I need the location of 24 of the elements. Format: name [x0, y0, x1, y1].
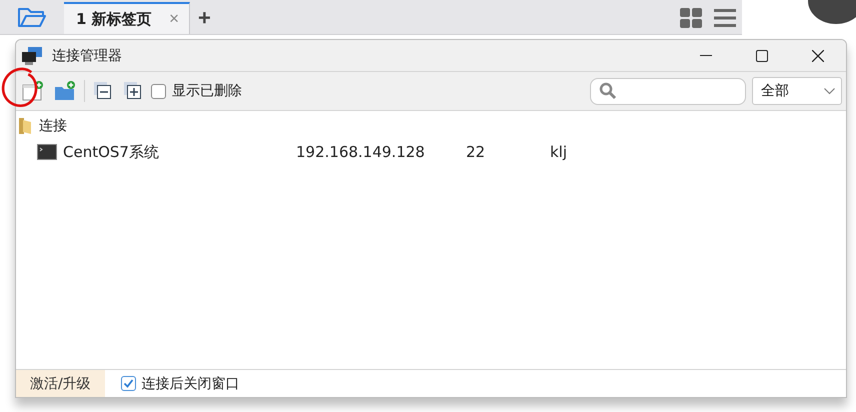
- user-cell-text: klj: [550, 143, 568, 161]
- search-icon: [599, 82, 617, 100]
- new-folder-icon[interactable]: [52, 79, 78, 103]
- search-field[interactable]: [590, 78, 746, 104]
- filter-dropdown[interactable]: 全部: [752, 77, 842, 105]
- checkbox[interactable]: [120, 376, 136, 391]
- chevron-down-icon: [824, 88, 835, 94]
- new-tab-button[interactable]: +: [190, 2, 219, 34]
- connection-name[interactable]: CentOS7系统: [63, 142, 159, 162]
- tab[interactable]: 1 新标签页 ×: [64, 2, 190, 34]
- checkbox-label: 连接后关闭窗口: [142, 374, 240, 392]
- port-cell-text: 22: [466, 143, 486, 161]
- checkbox-label: 显示已删除: [172, 82, 242, 100]
- close-icon: [812, 50, 824, 62]
- tab-label: 1 新标签页: [76, 10, 152, 28]
- minimize-icon: [700, 54, 712, 56]
- checkbox[interactable]: [151, 84, 166, 98]
- window-title: 连接管理器: [52, 46, 122, 64]
- terminal-icon: [37, 144, 57, 160]
- computer-icon: [22, 46, 42, 64]
- host-cell-text: 192.168.149.128: [296, 143, 426, 161]
- maximize-icon: [756, 50, 768, 62]
- tree-item[interactable]: 连接: [16, 115, 846, 137]
- activate-button[interactable]: 激活/升级: [16, 370, 105, 397]
